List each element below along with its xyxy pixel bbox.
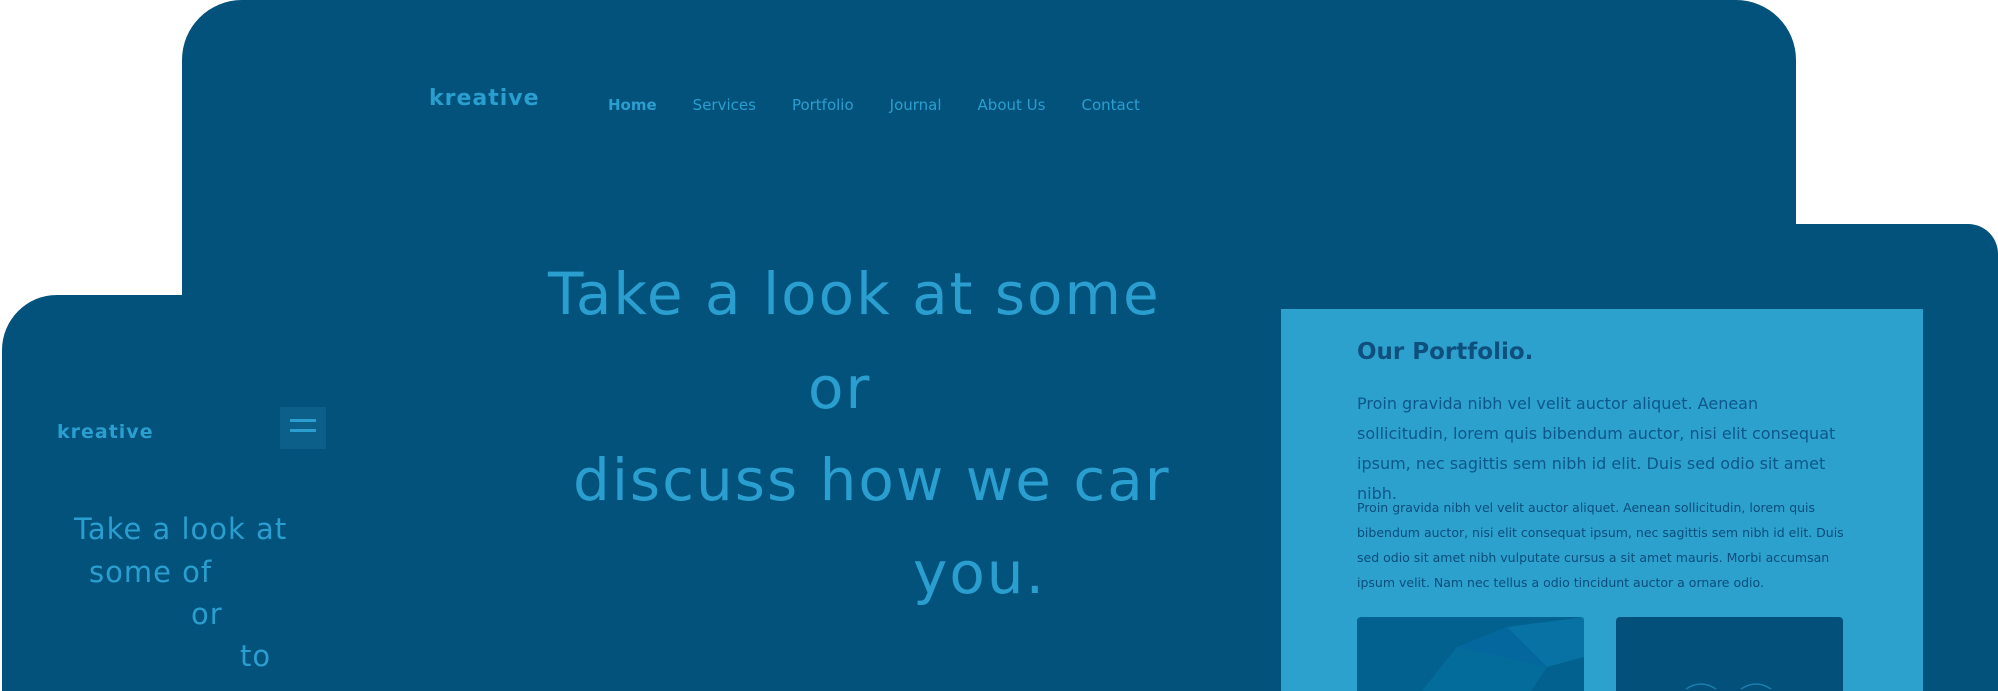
nav-about-us[interactable]: About Us	[978, 96, 1046, 114]
phone-hero-line-4: to	[240, 639, 272, 673]
phone-hero-line-1: Take a look at	[74, 512, 288, 546]
portfolio-body-paragraph: Proin gravida nibh vel velit auctor aliq…	[1357, 500, 1844, 590]
phone-device-frame: kreative Take a look at some of or to	[2, 295, 339, 691]
hero-heading-line-1: Take a look at some	[548, 260, 1161, 328]
nav-portfolio[interactable]: Portfolio	[792, 96, 854, 114]
glasses-icon	[1685, 683, 1772, 690]
hamburger-menu-button[interactable]	[280, 407, 326, 449]
nav-services[interactable]: Services	[693, 96, 756, 114]
hero-heading-line-3: discuss how we car	[573, 446, 1171, 514]
site-logo[interactable]: kreative	[429, 86, 540, 111]
phone-site-logo[interactable]: kreative	[57, 421, 154, 443]
portfolio-panel: Our Portfolio. Proin gravida nibh vel ve…	[1281, 309, 1923, 691]
portfolio-thumbnail[interactable]	[1616, 617, 1843, 691]
hero-heading-line-4: you.	[913, 539, 1047, 607]
portfolio-lead-paragraph: Proin gravida nibh vel velit auctor aliq…	[1357, 394, 1836, 503]
main-nav: Home Services Portfolio Journal About Us…	[608, 96, 1176, 114]
portfolio-thumbnail[interactable]	[1357, 617, 1584, 691]
phone-hero-line-3: or	[191, 597, 223, 631]
nav-home[interactable]: Home	[608, 96, 657, 114]
portfolio-title: Our Portfolio.	[1357, 339, 1534, 365]
polygon-art-icon	[1421, 617, 1584, 691]
hero-heading-line-2: or	[808, 354, 872, 422]
hamburger-icon	[290, 417, 316, 439]
nav-contact[interactable]: Contact	[1081, 96, 1139, 114]
phone-hero-line-2: some of	[89, 555, 213, 589]
nav-journal[interactable]: Journal	[890, 96, 942, 114]
